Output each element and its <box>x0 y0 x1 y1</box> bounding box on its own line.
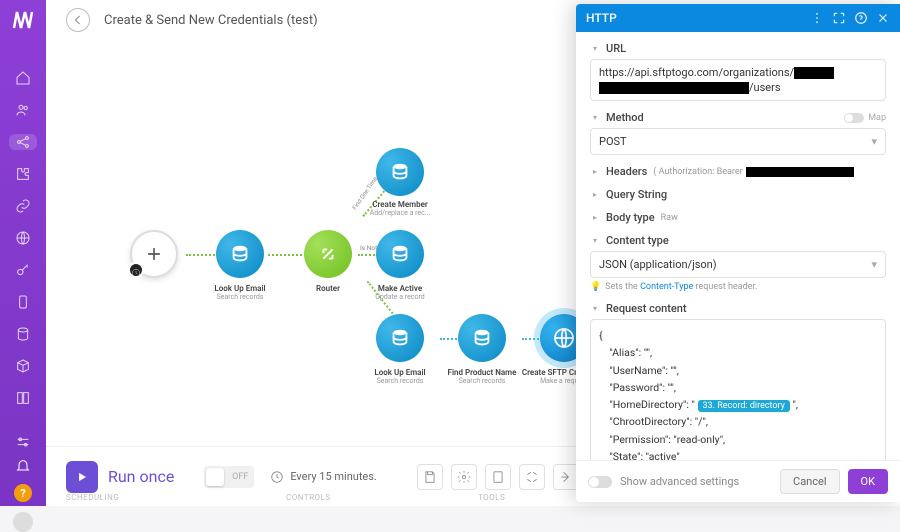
database-icon[interactable] <box>14 326 32 342</box>
puzzle-icon[interactable] <box>14 166 32 182</box>
schedule-display[interactable]: Every 15 minutes. <box>270 470 377 484</box>
collapse-icon[interactable]: ▾ <box>590 304 600 314</box>
expand-icon[interactable] <box>832 11 846 25</box>
help-badge[interactable]: ? <box>14 484 32 502</box>
save-button[interactable] <box>417 464 443 490</box>
query-label: Query String <box>606 188 667 201</box>
phone-icon[interactable] <box>14 294 32 310</box>
panel-title: HTTP <box>586 11 802 25</box>
node-lookup-email-2[interactable] <box>376 314 424 362</box>
advanced-label: Show advanced settings <box>620 475 772 488</box>
node-label: Look Up EmailSearch records <box>195 284 285 301</box>
users-icon[interactable] <box>14 102 32 118</box>
node-make-active[interactable] <box>376 230 424 278</box>
node-find-product[interactable] <box>458 314 506 362</box>
advanced-toggle[interactable] <box>588 476 612 488</box>
panel-header: HTTP <box>576 4 900 32</box>
key-icon[interactable] <box>14 262 32 278</box>
content-type-label: Content type <box>606 234 669 247</box>
mapped-pill[interactable]: 33. Record: directory <box>698 400 790 412</box>
auto-align-button[interactable] <box>519 464 545 490</box>
content-type-hint: 💡Sets the Content-Type request header. <box>590 282 886 292</box>
request-content-label: Request content <box>606 302 687 315</box>
section-controls: CONTROLS <box>286 493 331 502</box>
collapse-icon[interactable]: ▾ <box>590 113 600 123</box>
node-create-member[interactable] <box>376 148 424 196</box>
map-toggle[interactable]: Map <box>844 113 886 123</box>
avatar[interactable] <box>13 512 33 532</box>
notes-button[interactable] <box>485 464 511 490</box>
request-content-input[interactable]: { "Alias": "", "UserName": "", "Password… <box>590 319 886 460</box>
collapse-icon[interactable]: ▸ <box>590 167 600 177</box>
back-button[interactable] <box>66 8 90 32</box>
globe-icon[interactable] <box>14 230 32 246</box>
section-scheduling: SCHEDULING <box>66 493 119 502</box>
content-type-select[interactable]: JSON (application/json)▾ <box>590 251 886 278</box>
settings-button[interactable] <box>451 464 477 490</box>
link-icon[interactable] <box>14 198 32 214</box>
app-sidebar: ? <box>0 0 46 506</box>
page-title: Create & Send New Credentials (test) <box>104 13 318 28</box>
trigger-node[interactable] <box>130 230 178 278</box>
ok-button[interactable]: OK <box>848 469 888 494</box>
clock-icon <box>128 262 144 278</box>
run-once-button[interactable] <box>66 461 98 493</box>
node-lookup-email-1[interactable] <box>216 230 264 278</box>
url-input[interactable]: https://api.sftptogo.com/organizations/ … <box>590 59 886 101</box>
collapse-icon[interactable]: ▸ <box>590 213 600 223</box>
panel-footer: Show advanced settings Cancel OK <box>576 460 900 502</box>
http-config-panel: HTTP ▾ URL https://api.sftptogo.com/organ… <box>576 4 900 502</box>
help-icon[interactable] <box>854 11 868 25</box>
scenario-toggle[interactable]: OFF <box>204 466 254 488</box>
home-icon[interactable] <box>14 70 32 86</box>
node-label: Find Product NameSearch records <box>437 368 527 385</box>
run-once-label: Run once <box>108 467 174 486</box>
bell-icon[interactable] <box>15 458 31 474</box>
collapse-icon[interactable]: ▾ <box>590 236 600 246</box>
headers-label: Headers <box>606 165 647 178</box>
make-logo[interactable] <box>11 8 35 32</box>
share-icon[interactable] <box>9 134 37 150</box>
node-label: Create MemberAdd/replace a rec... <box>355 200 445 217</box>
collapse-icon[interactable]: ▸ <box>590 190 600 200</box>
url-label: URL <box>606 42 626 55</box>
node-label: Make ActiveUpdate a record <box>355 284 445 301</box>
explain-button[interactable] <box>553 464 579 490</box>
menu-icon[interactable] <box>810 11 824 25</box>
cancel-button[interactable]: Cancel <box>780 469 839 494</box>
method-label: Method <box>606 111 644 124</box>
node-label: Look Up EmailSearch records <box>355 368 445 385</box>
sliders-icon[interactable] <box>14 434 32 450</box>
box-icon[interactable] <box>14 358 32 374</box>
node-router[interactable] <box>304 230 352 278</box>
close-icon[interactable] <box>876 11 890 25</box>
book-icon[interactable] <box>14 390 32 406</box>
section-tools: TOOLS <box>478 493 505 502</box>
body-type-label: Body type <box>606 211 655 224</box>
method-select[interactable]: POST▾ <box>590 128 886 155</box>
collapse-icon[interactable]: ▾ <box>590 44 600 54</box>
